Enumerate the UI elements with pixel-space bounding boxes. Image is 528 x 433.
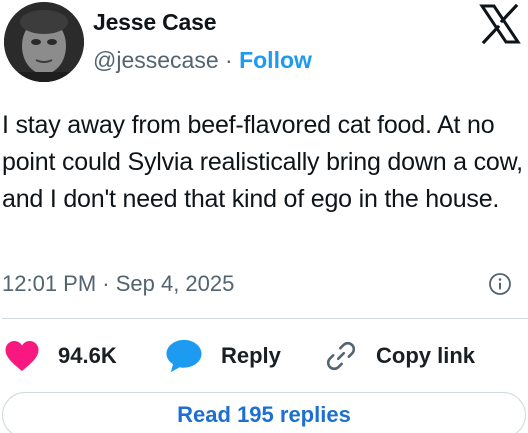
copy-link-label: Copy link (376, 343, 476, 368)
avatar[interactable] (4, 2, 84, 82)
follow-button[interactable]: Follow (239, 47, 312, 73)
tweet-text: I stay away from beef-flavored cat food.… (2, 111, 523, 213)
x-logo-icon[interactable] (478, 2, 522, 46)
separator: · (225, 47, 233, 73)
handle-row: @jessecase · Follow (93, 47, 312, 74)
copy-link-button[interactable]: Copy link (324, 338, 475, 374)
avatar-photo (4, 2, 84, 82)
like-button[interactable]: 94.6K (4, 338, 117, 374)
link-icon (326, 341, 356, 371)
heart-icon (5, 341, 39, 371)
reply-label: Reply (221, 343, 281, 368)
action-bar: 94.6K Reply Copy link (4, 338, 524, 374)
tweet-card: Jesse Case @jessecase · Follow I stay aw… (0, 0, 528, 433)
reply-button[interactable]: Reply (165, 338, 281, 374)
read-replies-button[interactable]: Read 195 replies (2, 392, 526, 433)
divider (2, 318, 528, 319)
like-count: 94.6K (58, 343, 117, 368)
display-name[interactable]: Jesse Case (93, 9, 217, 36)
handle[interactable]: @jessecase (93, 47, 219, 73)
reply-bubble-icon (166, 339, 202, 373)
info-icon[interactable] (488, 272, 512, 296)
timestamp[interactable]: 12:01 PM · Sep 4, 2025 (2, 271, 234, 297)
